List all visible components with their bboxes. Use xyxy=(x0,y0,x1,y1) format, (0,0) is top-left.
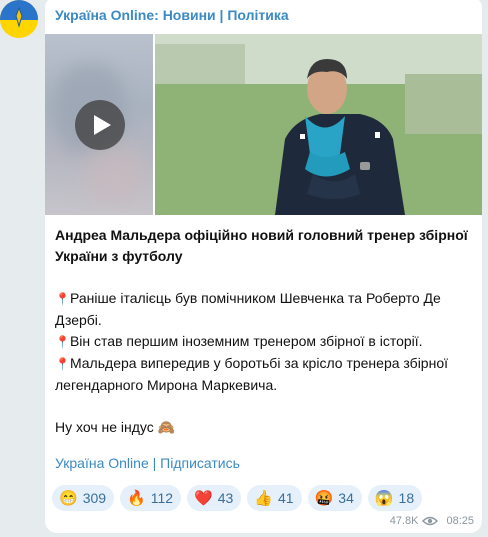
bullet-item: 📍Раніше італієць був помічником Шевченка… xyxy=(55,290,441,328)
message-bubble: Україна Online: Новини | Політика Андреа… xyxy=(45,0,482,533)
channel-avatar[interactable] xyxy=(0,0,38,38)
post-time: 08:25 xyxy=(446,515,474,527)
pin-icon: 📍 xyxy=(55,335,70,349)
channel-name[interactable]: Україна Online: Новини | Політика xyxy=(55,6,289,24)
heart-icon: ❤️ xyxy=(194,489,213,507)
pin-icon: 📍 xyxy=(55,292,70,306)
post-text: Андреа Мальдера офіційно новий головний … xyxy=(55,225,475,438)
play-icon[interactable] xyxy=(75,100,125,150)
pin-icon: 📍 xyxy=(55,357,70,371)
bullet-item: 📍Мальдера випередив у боротьбі за крісло… xyxy=(55,355,448,393)
reaction-grin[interactable]: 😁 309 xyxy=(52,485,115,511)
subscribe-link[interactable]: Україна Online | Підписатись xyxy=(55,455,240,471)
view-count: 47.8K xyxy=(389,515,419,527)
scream-icon: 😱 xyxy=(374,489,394,507)
reaction-heart[interactable]: ❤️ 43 xyxy=(187,485,242,511)
grin-icon: 😁 xyxy=(59,489,78,507)
coach-photo[interactable] xyxy=(155,34,482,215)
fire-icon: 🔥 xyxy=(127,489,146,507)
bullet-item: 📍Він став першим іноземним тренером збір… xyxy=(55,333,423,349)
video-thumbnail[interactable] xyxy=(45,34,153,215)
post-closing: Ну хоч не індус 🙈 xyxy=(55,419,176,435)
thumbs-up-icon: 👍 xyxy=(254,489,274,507)
post-headline: Андреа Мальдера офіційно новий головний … xyxy=(55,227,468,264)
media-album xyxy=(45,34,482,215)
angry-icon: 🤬 xyxy=(314,489,334,507)
reaction-scream[interactable]: 😱 18 xyxy=(367,485,423,511)
reaction-angry[interactable]: 🤬 34 xyxy=(307,485,362,511)
reactions-bar: 😁 309 🔥 112 ❤️ 43 👍 41 🤬 34 😱 18 xyxy=(52,485,423,511)
avatar-image xyxy=(0,0,38,38)
eye-icon xyxy=(422,516,439,526)
message-meta: 47.8K 08:25 xyxy=(390,515,474,527)
reaction-fire[interactable]: 🔥 112 xyxy=(120,485,182,511)
reaction-thumbs-up[interactable]: 👍 41 xyxy=(247,485,302,511)
